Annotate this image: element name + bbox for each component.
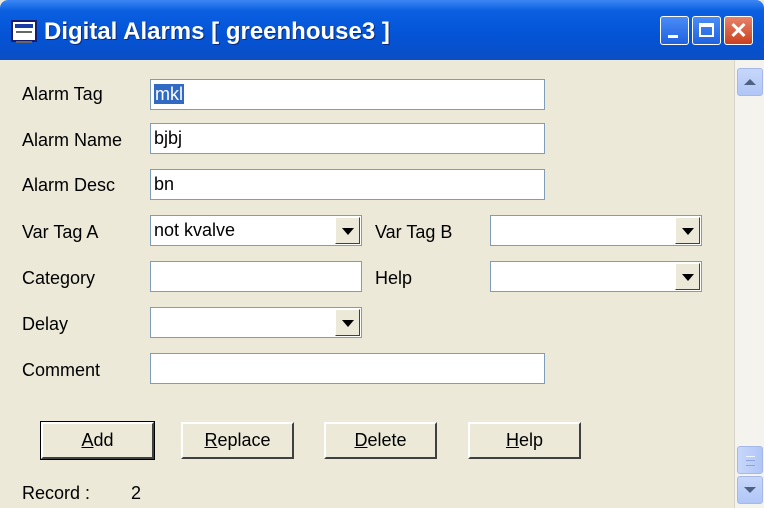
chevron-down-icon[interactable] [335,217,360,244]
add-button[interactable]: Add [40,421,155,460]
var-tag-a-label: Var Tag A [22,222,99,242]
window-title: Digital Alarms [ greenhouse3 ] [44,18,390,45]
alarm-name-label: Alarm Name [22,130,123,150]
delay-dropdown[interactable] [150,307,362,338]
close-button[interactable]: ✕ [724,16,753,45]
record-label: Record : [22,483,91,503]
chevron-down-icon[interactable] [675,263,700,290]
help-mnemonic: H [505,430,519,450]
help-dropdown[interactable] [490,261,702,292]
help-button[interactable]: Help [468,422,581,459]
var-tag-a-dropdown[interactable]: not kvalve [150,215,362,246]
comment-label: Comment [22,360,101,380]
delay-label: Delay [22,314,69,334]
title-bar[interactable]: Digital Alarms [ greenhouse3 ] ✕ [0,0,764,60]
maximize-icon [699,23,714,37]
record-number: 2 [131,483,142,503]
delete-button[interactable]: Delete [324,422,437,459]
alarm-desc-input[interactable]: bn [150,169,545,200]
alarm-tag-value: mkl [154,84,184,104]
var-tag-b-dropdown[interactable] [490,215,702,246]
form-window-icon[interactable] [11,20,37,43]
comment-input[interactable] [150,353,545,384]
alarm-tag-input[interactable]: mkl [150,79,545,110]
scroll-up-icon[interactable] [737,68,763,96]
delete-label-rest: elete [367,430,407,450]
help-label: Help [375,268,413,288]
replace-button[interactable]: Replace [181,422,294,459]
add-label-rest: dd [93,430,114,450]
alarm-tag-label: Alarm Tag [22,84,103,104]
help-label-rest: elp [518,430,544,450]
alarm-desc-label: Alarm Desc [22,175,116,195]
vertical-scrollbar[interactable] [734,60,764,508]
category-input[interactable] [150,261,362,292]
scrollbar-thumb[interactable] [737,446,763,474]
chevron-down-icon[interactable] [675,217,700,244]
maximize-button[interactable] [692,16,721,45]
minimize-button[interactable] [660,16,689,45]
scroll-down-icon[interactable] [737,476,763,504]
grip-icon [746,456,755,466]
var-tag-b-label: Var Tag B [375,222,453,242]
close-icon: ✕ [729,18,748,43]
minimize-icon [668,35,678,38]
chevron-down-icon[interactable] [335,309,360,336]
var-tag-a-value: not kvalve [154,220,236,240]
replace-mnemonic: R [204,430,218,450]
replace-label-rest: eplace [217,430,271,450]
alarm-name-input[interactable]: bjbj [150,123,545,154]
add-mnemonic: A [81,430,94,450]
digital-alarms-window: Digital Alarms [ greenhouse3 ] ✕ Alarm T… [0,0,764,508]
category-label: Category [22,268,96,288]
delete-mnemonic: D [354,430,368,450]
